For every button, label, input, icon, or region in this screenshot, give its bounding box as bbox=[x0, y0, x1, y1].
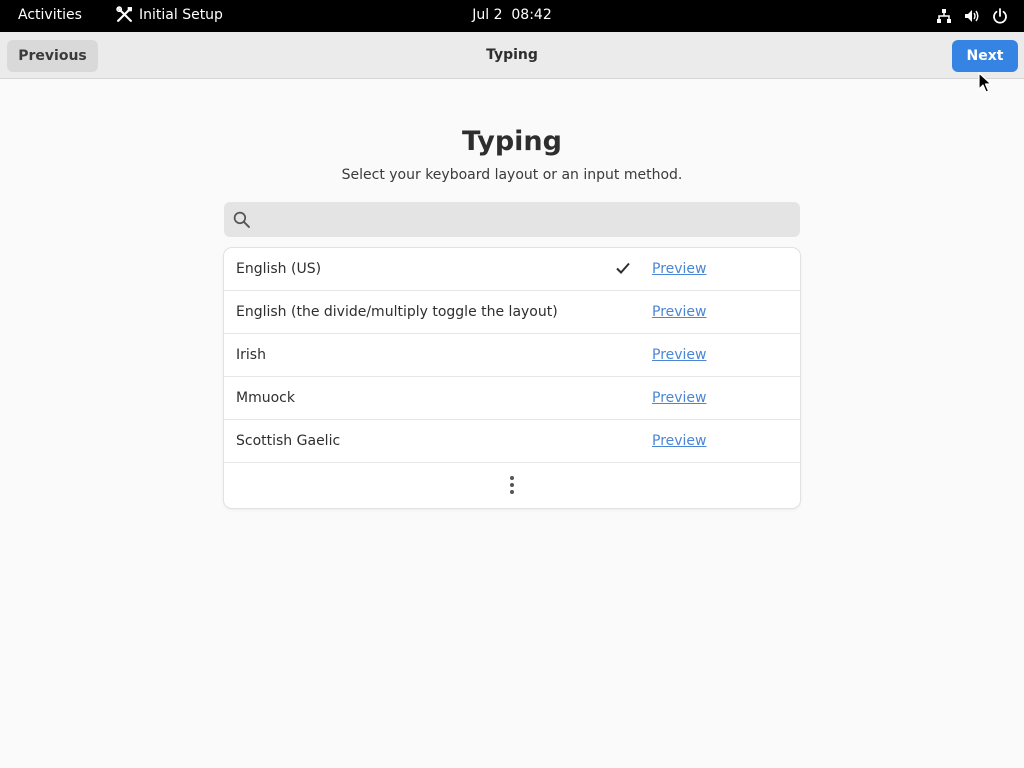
clock-date: Jul 2 bbox=[472, 7, 503, 23]
tools-icon bbox=[116, 6, 132, 22]
layout-row[interactable]: English (US) Preview bbox=[224, 248, 800, 291]
search-field[interactable] bbox=[224, 202, 800, 237]
search-input[interactable] bbox=[258, 202, 792, 237]
layout-row[interactable]: English (the divide/multiply toggle the … bbox=[224, 291, 800, 334]
layout-name: English (US) bbox=[236, 261, 322, 277]
layout-name: English (the divide/multiply toggle the … bbox=[236, 304, 558, 320]
mouse-cursor-icon bbox=[978, 72, 992, 93]
app-name: Initial Setup bbox=[139, 6, 223, 23]
preview-link[interactable]: Preview bbox=[652, 433, 707, 449]
layout-row[interactable]: Mmuock Preview bbox=[224, 377, 800, 420]
layout-list: English (US) Preview English (the divide… bbox=[224, 248, 800, 508]
page-subtitle: Select your keyboard layout or an input … bbox=[341, 167, 683, 183]
header-title: Typing bbox=[486, 47, 538, 63]
volume-icon bbox=[965, 10, 979, 22]
page-title: Typing bbox=[462, 126, 562, 157]
layout-name: Scottish Gaelic bbox=[236, 433, 341, 449]
next-button[interactable]: Next bbox=[952, 40, 1018, 72]
system-tray[interactable] bbox=[936, 8, 1008, 24]
preview-link[interactable]: Preview bbox=[652, 261, 707, 277]
power-icon bbox=[993, 8, 1007, 24]
app-menu[interactable]: Initial Setup bbox=[116, 6, 223, 23]
show-more-row[interactable] bbox=[224, 463, 800, 507]
clock-time: 08:42 bbox=[511, 7, 552, 23]
preview-link[interactable]: Preview bbox=[652, 390, 707, 406]
checkmark-icon bbox=[616, 262, 630, 274]
activities-button[interactable]: Activities bbox=[18, 7, 82, 23]
view-more-icon bbox=[510, 476, 514, 494]
search-icon bbox=[233, 211, 250, 228]
top-bar: Activities Initial Setup Jul 2 08:42 bbox=[0, 0, 1024, 32]
layout-name: Mmuock bbox=[236, 390, 295, 406]
layout-name: Irish bbox=[236, 347, 266, 363]
clock[interactable]: Jul 2 08:42 bbox=[472, 7, 552, 23]
header-bar: Previous Typing Next bbox=[0, 32, 1024, 79]
layout-row[interactable]: Irish Preview bbox=[224, 334, 800, 377]
preview-link[interactable]: Preview bbox=[652, 304, 707, 320]
preview-link[interactable]: Preview bbox=[652, 347, 707, 363]
previous-button[interactable]: Previous bbox=[7, 40, 98, 72]
network-icon bbox=[937, 9, 951, 23]
layout-row[interactable]: Scottish Gaelic Preview bbox=[224, 420, 800, 463]
